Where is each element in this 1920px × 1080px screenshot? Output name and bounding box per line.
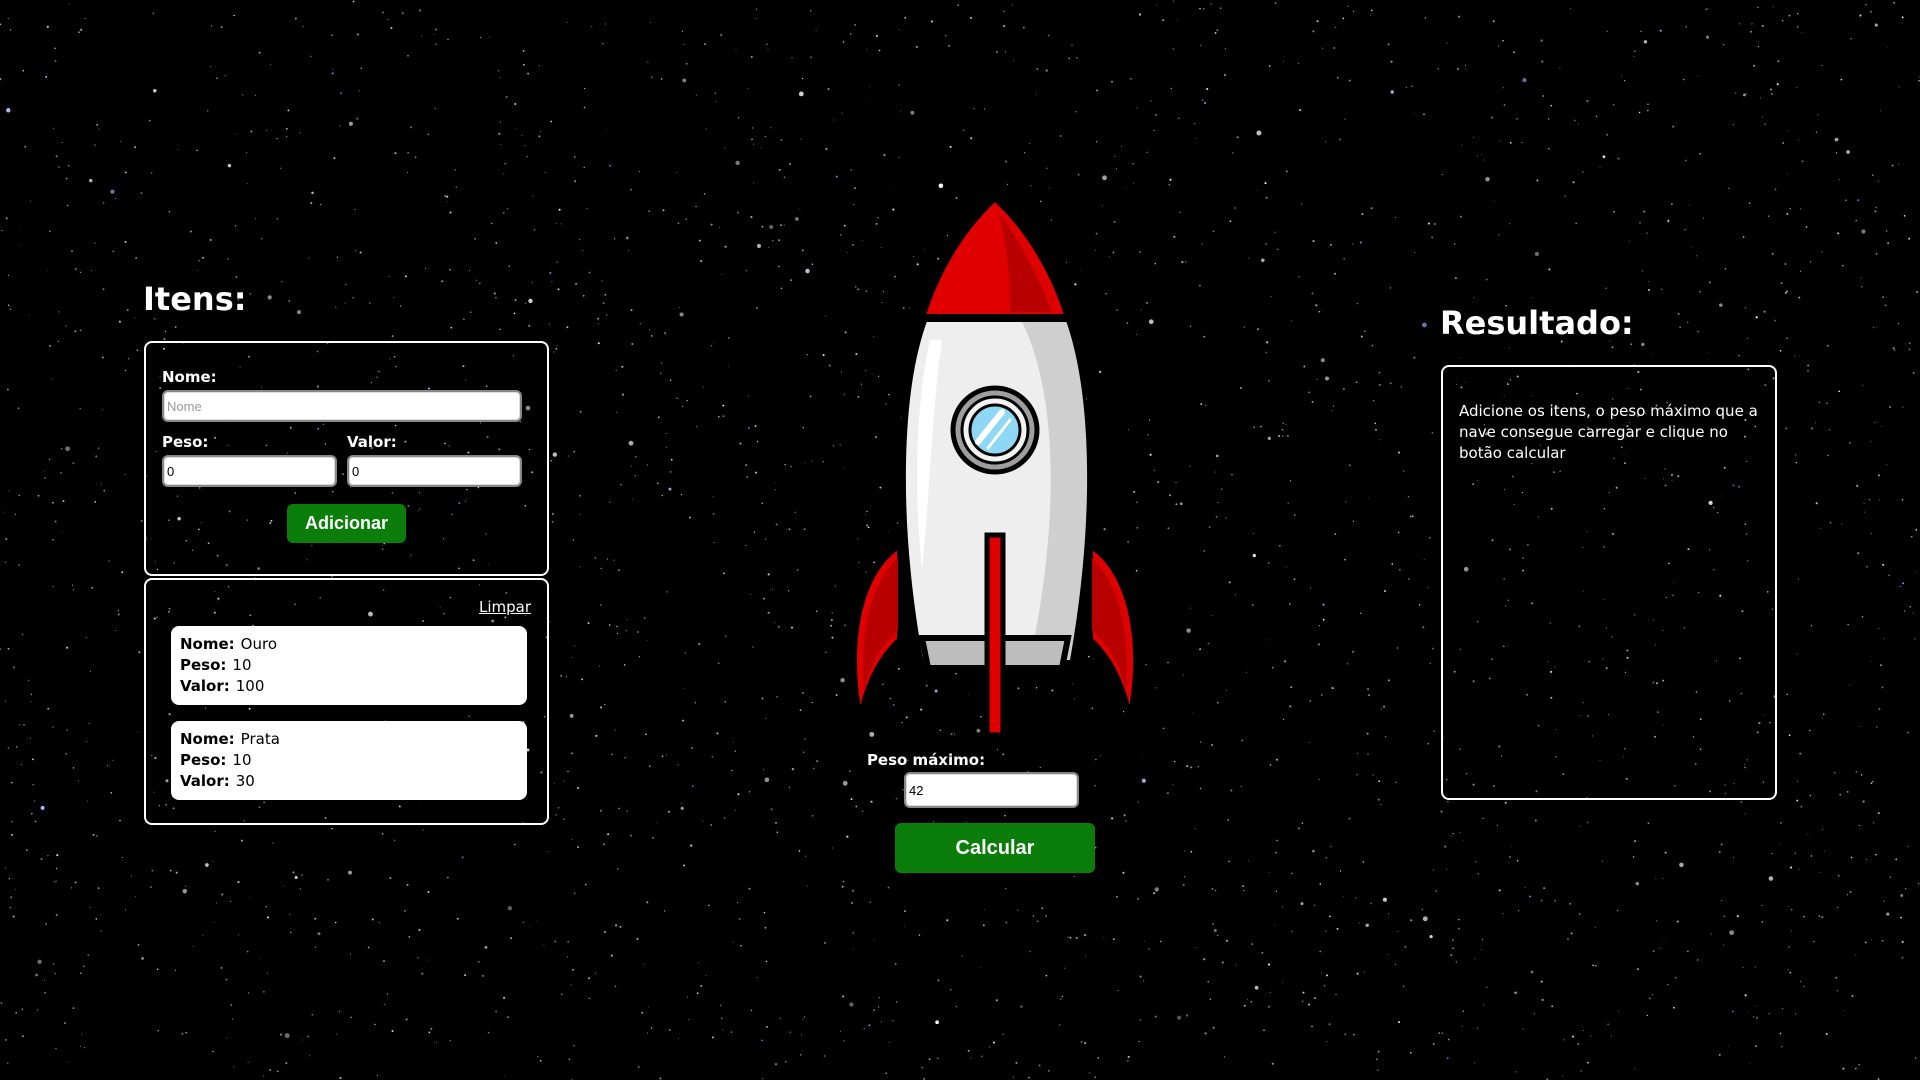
clear-link[interactable]: Limpar xyxy=(479,598,531,616)
items-list-panel: Limpar Nome: Ouro Peso: 10 Valor: 100 Nome:… xyxy=(144,578,549,825)
item-name-key: Nome: xyxy=(180,635,235,653)
max-weight-input[interactable] xyxy=(904,772,1079,808)
rocket-illustration xyxy=(830,190,1160,750)
item-weight-key: Peso: xyxy=(180,656,227,674)
value-input[interactable] xyxy=(347,455,522,487)
calculate-button[interactable]: Calcular xyxy=(895,823,1095,873)
items-title: Itens: xyxy=(143,280,247,318)
max-weight-label: Peso máximo: xyxy=(866,751,986,769)
name-input[interactable] xyxy=(162,390,522,422)
item-value-key: Valor: xyxy=(180,772,230,790)
item-card: Nome: Ouro Peso: 10 Valor: 100 xyxy=(171,626,527,705)
add-item-button[interactable]: Adicionar xyxy=(287,504,406,543)
result-panel: Adicione os itens, o peso máximo que a n… xyxy=(1441,365,1777,800)
value-label: Valor: xyxy=(347,433,397,451)
item-name-key: Nome: xyxy=(180,730,235,748)
name-label: Nome: xyxy=(162,368,217,386)
item-weight: 10 xyxy=(232,656,252,674)
weight-input[interactable] xyxy=(162,455,337,487)
item-value-key: Valor: xyxy=(180,677,230,695)
item-value: 100 xyxy=(235,677,265,695)
item-name: Prata xyxy=(240,730,280,748)
weight-label: Peso: xyxy=(162,433,209,451)
item-form-panel: Nome: Peso: Valor: Adicionar xyxy=(144,341,549,576)
item-value: 30 xyxy=(235,772,255,790)
item-name: Ouro xyxy=(240,635,277,653)
result-text: Adicione os itens, o peso máximo que a n… xyxy=(1459,402,1758,462)
result-title: Resultado: xyxy=(1440,304,1634,342)
